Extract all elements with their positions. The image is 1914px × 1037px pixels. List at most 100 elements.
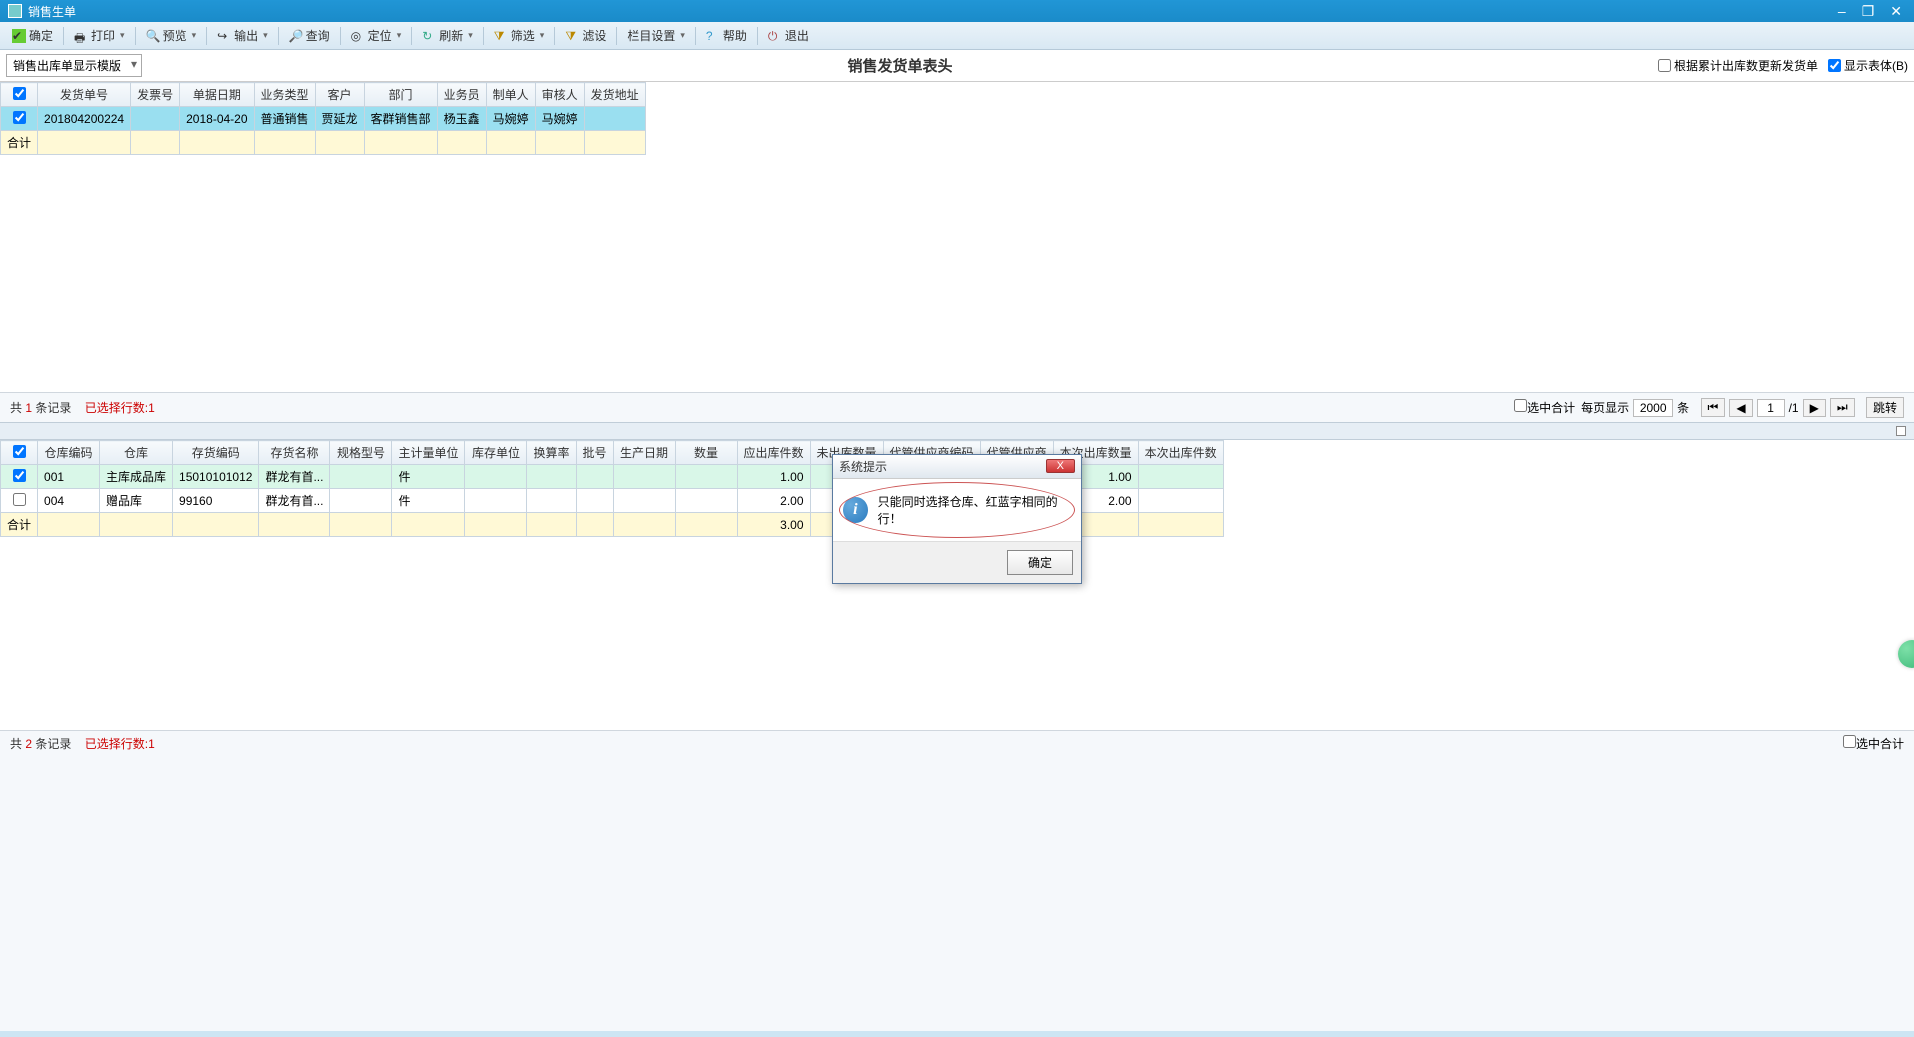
preview-icon: 🔍 — [146, 29, 160, 43]
bottom-accent — [0, 1031, 1914, 1037]
preview-button[interactable]: 🔍预览▾ — [140, 25, 203, 46]
next-page-button[interactable]: ▶ — [1803, 399, 1826, 417]
maximize-button[interactable]: ❐ — [1858, 3, 1879, 20]
status-suffix: 条记录 — [35, 401, 71, 415]
col-header[interactable]: 生产日期 — [613, 441, 675, 465]
toolbar-sep — [135, 27, 136, 45]
status-selected: 已选择行数:1 — [85, 401, 155, 415]
cell-unit: 件 — [392, 489, 465, 513]
splitter-bar[interactable] — [0, 422, 1914, 440]
col-header[interactable]: 存货名称 — [259, 441, 330, 465]
cell-dept: 客群销售部 — [364, 107, 437, 131]
locate-icon: ◎ — [351, 29, 365, 43]
confirm-button[interactable]: ✔确定 — [6, 25, 59, 46]
col-header[interactable]: 主计量单位 — [392, 441, 465, 465]
col-header[interactable]: 数量 — [675, 441, 737, 465]
col-header[interactable]: 发票号 — [131, 83, 180, 107]
col-header[interactable]: 库存单位 — [465, 441, 527, 465]
select-all-header[interactable] — [1, 83, 38, 107]
select-all-checkbox[interactable] — [13, 445, 26, 458]
colset-button[interactable]: 栏目设置▾ — [621, 25, 691, 46]
row-checkbox[interactable] — [13, 493, 26, 506]
toolbar-sep — [616, 27, 617, 45]
col-header[interactable]: 业务员 — [437, 83, 486, 107]
template-select[interactable]: 销售出库单显示模版 — [6, 54, 142, 77]
col-header[interactable]: 审核人 — [535, 83, 584, 107]
minimize-button[interactable]: – — [1834, 3, 1850, 20]
total-selected-input[interactable] — [1514, 399, 1527, 412]
dialog-ok-button[interactable]: 确定 — [1007, 550, 1073, 575]
col-header[interactable]: 仓库编码 — [38, 441, 100, 465]
dialog-titlebar: 系统提示 X — [833, 455, 1081, 479]
dialog-close-button[interactable]: X — [1046, 459, 1075, 473]
exit-label: 退出 — [785, 27, 809, 44]
last-page-button[interactable]: ⏭ — [1830, 398, 1855, 417]
toolbar-sep — [340, 27, 341, 45]
total-selected-checkbox[interactable]: 选中合计 — [1843, 735, 1904, 752]
colset-label: 栏目设置 — [627, 27, 675, 44]
show-body-checkbox[interactable]: 显示表体(B) — [1828, 57, 1908, 74]
filter-button[interactable]: ⧩筛选▾ — [488, 25, 551, 46]
cell-customer: 贾延龙 — [315, 107, 364, 131]
col-header[interactable]: 发货单号 — [38, 83, 131, 107]
cell-thispc — [1138, 465, 1223, 489]
col-header[interactable]: 仓库 — [100, 441, 173, 465]
query-button[interactable]: 🔎查询 — [283, 25, 336, 46]
total-selected-input[interactable] — [1843, 735, 1856, 748]
col-header[interactable]: 制单人 — [486, 83, 535, 107]
cell-stock-unit — [465, 489, 527, 513]
total-label: 合计 — [1, 513, 38, 537]
page-input[interactable] — [1757, 399, 1785, 417]
toolbar-sep — [483, 27, 484, 45]
col-header[interactable]: 存货编码 — [173, 441, 259, 465]
cell-pdate — [613, 489, 675, 513]
row-checkbox[interactable] — [13, 469, 26, 482]
first-page-button[interactable]: ⏮ — [1701, 398, 1726, 417]
col-header[interactable]: 规格型号 — [330, 441, 392, 465]
exit-icon: ⏻ — [768, 29, 782, 43]
filter-label: 筛选 — [511, 27, 535, 44]
toolbar-sep — [695, 27, 696, 45]
chevron-down-icon: ▾ — [540, 30, 545, 41]
filterset-button[interactable]: ⧩滤设 — [559, 25, 612, 46]
col-header[interactable]: 本次出库件数 — [1138, 441, 1223, 465]
col-header[interactable]: 换算率 — [527, 441, 576, 465]
select-all-header[interactable] — [1, 441, 38, 465]
row-checkbox[interactable] — [13, 111, 26, 124]
cell-pdate — [613, 465, 675, 489]
cell-inv-name: 群龙有首... — [259, 489, 330, 513]
jump-button[interactable]: 跳转 — [1866, 397, 1904, 418]
cell-maker: 马婉婷 — [486, 107, 535, 131]
chevron-down-icon: ▾ — [120, 30, 125, 41]
show-body-input[interactable] — [1828, 59, 1841, 72]
output-button[interactable]: ↪输出▾ — [211, 25, 274, 46]
prev-page-button[interactable]: ◀ — [1729, 399, 1752, 417]
update-by-stock-checkbox[interactable]: 根据累计出库数更新发货单 — [1658, 57, 1818, 74]
col-header[interactable]: 客户 — [315, 83, 364, 107]
col-header[interactable]: 业务类型 — [254, 83, 315, 107]
locate-button[interactable]: ◎定位▾ — [345, 25, 408, 46]
refresh-button[interactable]: ↻刷新▾ — [416, 25, 479, 46]
select-all-checkbox[interactable] — [13, 87, 26, 100]
col-header[interactable]: 应出库件数 — [737, 441, 810, 465]
cell-wh-name: 赠品库 — [100, 489, 173, 513]
update-by-stock-input[interactable] — [1658, 59, 1671, 72]
perpage-input[interactable] — [1633, 399, 1673, 417]
col-header[interactable]: 单据日期 — [180, 83, 254, 107]
print-button[interactable]: 🖶打印▾ — [68, 25, 131, 46]
help-button[interactable]: ?帮助 — [700, 25, 753, 46]
perpage-unit: 条 — [1677, 399, 1689, 416]
col-header[interactable]: 发货地址 — [584, 83, 645, 107]
expand-icon[interactable] — [1896, 426, 1906, 436]
filterset-label: 滤设 — [582, 27, 606, 44]
col-header[interactable]: 部门 — [364, 83, 437, 107]
exit-button[interactable]: ⏻退出 — [762, 25, 815, 46]
total-selected-checkbox[interactable]: 选中合计 — [1514, 399, 1575, 416]
info-icon: i — [843, 497, 868, 523]
lower-status-bar: 共 2 条记录 已选择行数:1 选中合计 — [0, 730, 1914, 756]
table-row[interactable]: 201804200224 2018-04-20 普通销售 贾延龙 客群销售部 杨… — [1, 107, 646, 131]
search-icon: 🔎 — [289, 29, 303, 43]
col-header[interactable]: 批号 — [576, 441, 613, 465]
close-button[interactable]: ✕ — [1886, 3, 1906, 20]
cell-rate — [527, 489, 576, 513]
